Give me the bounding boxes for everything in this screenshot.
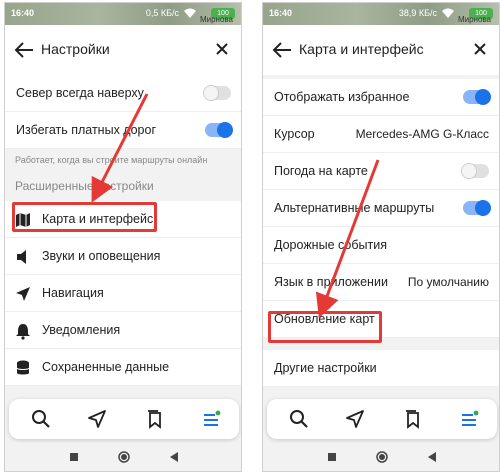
- avoid-tolls-toggle[interactable]: [205, 122, 233, 138]
- bookmarks-icon[interactable]: [403, 409, 423, 429]
- recents-icon[interactable]: [325, 450, 339, 464]
- setting-label: Отображать избранное: [274, 90, 410, 104]
- setting-label: Язык в приложении: [274, 275, 388, 289]
- android-nav-bar: [263, 443, 499, 471]
- wifi-icon: [184, 8, 196, 18]
- setting-label: Другие настройки: [274, 361, 377, 375]
- status-speed: 0,5 КБ/с: [145, 8, 179, 18]
- storage-icon: [16, 360, 30, 375]
- setting-hint: Работает, когда вы строите маршруты онла…: [5, 149, 241, 171]
- route-arrow-icon[interactable]: [345, 409, 365, 429]
- status-time: 16:40: [269, 8, 293, 18]
- setting-value: Mercedes-AMG G-Класс: [355, 127, 489, 141]
- menu-item-notifications[interactable]: Уведомления: [5, 312, 241, 349]
- wifi-icon: [442, 8, 454, 18]
- close-icon[interactable]: [473, 42, 487, 56]
- menu-icon[interactable]: [459, 409, 479, 429]
- bell-icon: [16, 324, 30, 340]
- back-triangle-icon[interactable]: [167, 450, 181, 464]
- setting-label: Север всегда наверху: [16, 86, 144, 100]
- recents-icon[interactable]: [67, 450, 81, 464]
- menu-item-label: Звуки и оповещения: [42, 249, 161, 263]
- back-arrow-icon[interactable]: [13, 40, 35, 60]
- setting-row-cursor[interactable]: Курсор Mercedes-AMG G-Класс: [263, 116, 499, 153]
- alt-routes-toggle[interactable]: [463, 200, 491, 216]
- home-icon[interactable]: [117, 450, 131, 464]
- page-title: Карта и интерфейс: [299, 41, 424, 57]
- settings-header: Настройки: [5, 25, 241, 75]
- menu-item-label: Уведомления: [42, 323, 121, 337]
- status-time: 16:40: [11, 8, 35, 18]
- back-triangle-icon[interactable]: [425, 450, 439, 464]
- home-icon[interactable]: [375, 450, 389, 464]
- setting-label: Погода на карте: [274, 164, 368, 178]
- setting-row-other[interactable]: Другие настройки: [263, 350, 499, 387]
- highlight-box-map-interface: [12, 202, 157, 232]
- menu-icon[interactable]: [201, 409, 221, 429]
- setting-row-north-up[interactable]: Север всегда наверху: [5, 75, 241, 112]
- status-bar: 16:40 38,9 КБ/с 100 Мирнова: [263, 3, 499, 25]
- close-icon[interactable]: [215, 42, 229, 56]
- screenshot-canvas: 16:40 0,5 КБ/с 100 Мирнова Настройки Сев…: [0, 0, 500, 475]
- bottom-toolbar: [9, 399, 239, 439]
- bookmarks-icon[interactable]: [145, 409, 165, 429]
- setting-row-road-events[interactable]: Дорожные события: [263, 227, 499, 264]
- setting-row-alt-routes[interactable]: Альтернативные маршруты: [263, 190, 499, 227]
- setting-row-weather[interactable]: Погода на карте: [263, 153, 499, 190]
- right-phone-screen: 16:40 38,9 КБ/с 100 Мирнова Карта и инте…: [262, 2, 500, 472]
- menu-item-sounds[interactable]: Звуки и оповещения: [5, 238, 241, 275]
- speaker-icon: [17, 250, 26, 264]
- route-arrow-icon[interactable]: [87, 409, 107, 429]
- menu-item-saved-data[interactable]: Сохраненные данные: [5, 349, 241, 386]
- setting-row-show-favorites[interactable]: Отображать избранное: [263, 79, 499, 116]
- highlight-box-map-update: [268, 311, 382, 343]
- left-phone-screen: 16:40 0,5 КБ/с 100 Мирнова Настройки Сев…: [4, 2, 242, 472]
- menu-item-label: Сохраненные данные: [42, 360, 170, 374]
- north-up-toggle[interactable]: [203, 85, 231, 101]
- setting-row-language[interactable]: Язык в приложении По умолчанию: [263, 264, 499, 301]
- status-bar: 16:40 0,5 КБ/с 100 Мирнова: [5, 3, 241, 25]
- android-nav-bar: [5, 443, 241, 471]
- navigation-arrow-icon: [16, 287, 30, 301]
- search-icon[interactable]: [31, 409, 51, 429]
- bottom-toolbar: [267, 399, 497, 439]
- status-speed: 38,9 КБ/с: [398, 8, 437, 18]
- show-favorites-toggle[interactable]: [463, 89, 491, 105]
- setting-label: Дорожные события: [274, 238, 387, 252]
- map-interface-header: Карта и интерфейс: [263, 25, 499, 75]
- status-map-label: Мирнова: [199, 15, 233, 24]
- setting-label: Избегать платных дорог: [16, 123, 157, 137]
- setting-value: По умолчанию: [407, 275, 489, 289]
- search-icon[interactable]: [289, 409, 309, 429]
- setting-row-avoid-tolls[interactable]: Избегать платных дорог: [5, 112, 241, 149]
- setting-label: Альтернативные маршруты: [274, 201, 435, 215]
- menu-item-label: Навигация: [42, 286, 104, 300]
- menu-item-navigation[interactable]: Навигация: [5, 275, 241, 312]
- weather-toggle[interactable]: [461, 163, 489, 179]
- section-heading: Расширенные настройки: [5, 171, 241, 201]
- status-map-label: Мирнова: [457, 15, 491, 24]
- setting-label: Курсор: [274, 127, 315, 141]
- back-arrow-icon[interactable]: [271, 40, 293, 60]
- page-title: Настройки: [41, 41, 110, 57]
